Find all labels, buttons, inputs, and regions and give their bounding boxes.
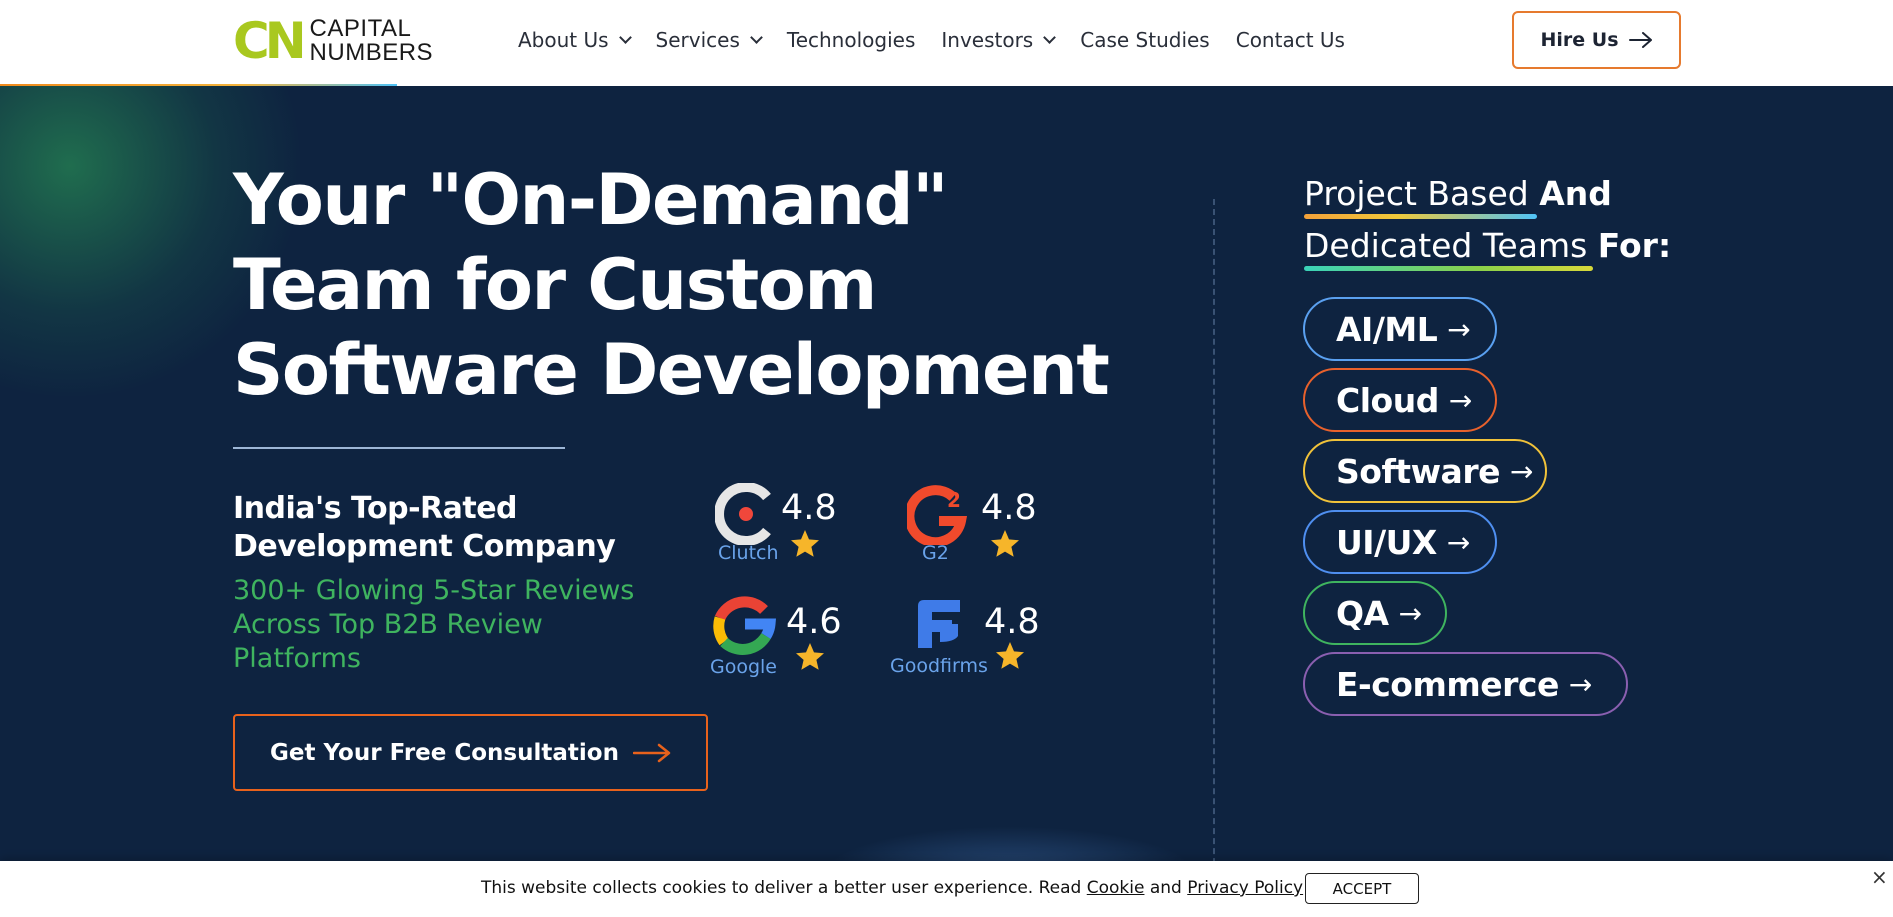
team-pill-ui-ux[interactable]: UI/UX → bbox=[1303, 510, 1497, 574]
accept-cookies-button[interactable]: ACCEPT bbox=[1305, 873, 1419, 904]
teams-heading: Project Based And Dedicated Teams For: bbox=[1304, 168, 1724, 272]
vertical-divider bbox=[1213, 199, 1215, 861]
arrow-right-icon: → bbox=[1568, 667, 1592, 701]
nav-investors-label: Investors bbox=[941, 28, 1034, 52]
teams-heading-line-2: Dedicated Teams For: bbox=[1304, 220, 1724, 272]
headline-divider bbox=[233, 447, 565, 449]
nav-services-label: Services bbox=[655, 28, 740, 52]
rating-goodfirms[interactable]: 4.8 Goodfirms bbox=[890, 592, 1050, 682]
teams-heading-light-2: Dedicated Teams bbox=[1304, 226, 1588, 265]
subheading-line-1: India's Top-Rated bbox=[233, 491, 518, 526]
subheading-line-2: Development Company bbox=[233, 529, 616, 564]
google-logo-icon bbox=[713, 596, 776, 655]
nav-about-us-label: About Us bbox=[518, 28, 609, 52]
hero-subheading: India's Top-Rated Development Company bbox=[233, 490, 683, 566]
logo-line-2: NUMBERS bbox=[309, 39, 434, 66]
team-pill-label: E-commerce bbox=[1336, 664, 1559, 704]
star-icon bbox=[991, 530, 1019, 557]
arrow-right-icon bbox=[1628, 32, 1652, 48]
nav-investors[interactable]: Investors bbox=[941, 24, 1057, 56]
rating-google[interactable]: 4.6 Google bbox=[708, 592, 858, 682]
team-pill-label: UI/UX bbox=[1336, 522, 1437, 562]
arrow-right-icon: → bbox=[1509, 454, 1533, 488]
hero-section: Your "On-Demand" Team for Custom Softwar… bbox=[0, 86, 1893, 861]
background-glow-bottom bbox=[820, 826, 1200, 861]
g2-label: G2 bbox=[922, 542, 949, 564]
rating-clutch[interactable]: 4.8 Clutch bbox=[710, 479, 860, 569]
team-pill-qa[interactable]: QA → bbox=[1303, 581, 1447, 645]
team-pill-software[interactable]: Software → bbox=[1303, 439, 1547, 503]
teams-heading-light-1: Project Based bbox=[1304, 174, 1529, 213]
headline-line-3: Software Development bbox=[233, 329, 1110, 411]
privacy-policy-link[interactable]: Privacy Policy bbox=[1187, 878, 1303, 898]
star-icon bbox=[796, 643, 824, 670]
arrow-right-icon: → bbox=[1398, 596, 1422, 630]
nav-about-us[interactable]: About Us bbox=[518, 24, 632, 56]
team-pill-label: Cloud bbox=[1336, 380, 1439, 420]
nav-services[interactable]: Services bbox=[655, 24, 763, 56]
hire-us-label: Hire Us bbox=[1540, 29, 1619, 51]
hire-us-button[interactable]: Hire Us bbox=[1512, 11, 1681, 69]
clutch-score: 4.8 bbox=[781, 488, 837, 528]
heading-underline-1 bbox=[1304, 214, 1537, 219]
google-score: 4.6 bbox=[786, 602, 842, 642]
reviews-tagline: 300+ Glowing 5-Star Reviews Across Top B… bbox=[233, 575, 635, 674]
teams-heading-line-1: Project Based And bbox=[1304, 168, 1724, 220]
hero-headline: Your "On-Demand" Team for Custom Softwar… bbox=[233, 158, 1133, 413]
chevron-down-icon bbox=[750, 31, 763, 44]
goodfirms-score: 4.8 bbox=[984, 602, 1040, 642]
logo-mark: CN bbox=[233, 12, 307, 70]
google-label: Google bbox=[710, 656, 778, 678]
free-consultation-label: Get Your Free Consultation bbox=[270, 739, 619, 766]
team-pill-label: AI/ML bbox=[1336, 309, 1438, 349]
svg-text:2: 2 bbox=[947, 488, 961, 512]
team-pill-label: QA bbox=[1336, 593, 1389, 633]
arrow-right-icon: → bbox=[1446, 525, 1470, 559]
team-pill-label: Software bbox=[1336, 451, 1500, 491]
team-pill-e-commerce[interactable]: E-commerce → bbox=[1303, 652, 1628, 716]
teams-heading-bold-1: And bbox=[1539, 174, 1612, 213]
cookie-banner: This website collects cookies to deliver… bbox=[0, 861, 1893, 917]
logo-line-1: CAPITAL bbox=[309, 15, 412, 42]
nav-technologies-label: Technologies bbox=[786, 28, 916, 52]
arrow-right-icon: → bbox=[1448, 383, 1472, 417]
capital-numbers-logo[interactable]: CN CAPITAL NUMBERS bbox=[233, 16, 433, 66]
goodfirms-logo-icon bbox=[918, 600, 960, 648]
goodfirms-label: Goodfirms bbox=[890, 655, 988, 677]
chevron-down-icon bbox=[618, 31, 632, 44]
nav-technologies[interactable]: Technologies bbox=[787, 24, 915, 56]
logo-wordmark: CAPITAL NUMBERS bbox=[310, 17, 434, 65]
nav-case-studies[interactable]: Case Studies bbox=[1080, 24, 1210, 56]
headline-line-2: Team for Custom bbox=[233, 244, 877, 326]
teams-heading-bold-2: For: bbox=[1597, 226, 1672, 265]
arrow-right-icon: → bbox=[1447, 312, 1471, 346]
nav-contact-us[interactable]: Contact Us bbox=[1236, 24, 1345, 56]
cookie-and-text: and bbox=[1149, 878, 1182, 898]
cookie-policy-link[interactable]: Cookie bbox=[1087, 878, 1145, 898]
main-nav: About Us Services Technologies Investors… bbox=[518, 24, 1345, 56]
rating-g2[interactable]: 2 4.8 G2 bbox=[906, 479, 1056, 569]
close-icon[interactable]: × bbox=[1871, 867, 1888, 887]
star-icon bbox=[791, 530, 819, 557]
g2-logo-icon: 2 bbox=[907, 485, 968, 545]
star-icon bbox=[996, 642, 1024, 669]
clutch-label: Clutch bbox=[718, 542, 779, 564]
free-consultation-button[interactable]: Get Your Free Consultation bbox=[233, 714, 708, 791]
g2-score: 4.8 bbox=[981, 488, 1037, 528]
nav-contact-us-label: Contact Us bbox=[1235, 28, 1345, 52]
heading-underline-2 bbox=[1304, 266, 1593, 271]
chevron-down-icon bbox=[1043, 31, 1057, 44]
nav-case-studies-label: Case Studies bbox=[1080, 28, 1210, 52]
clutch-logo-icon bbox=[715, 483, 771, 545]
arrow-right-icon bbox=[632, 743, 671, 762]
cookie-message-text: This website collects cookies to deliver… bbox=[481, 878, 1082, 898]
site-header: CN CAPITAL NUMBERS About Us Services Tec… bbox=[0, 0, 1893, 87]
team-pill-cloud[interactable]: Cloud → bbox=[1303, 368, 1497, 432]
cookie-message: This website collects cookies to deliver… bbox=[481, 878, 1303, 898]
headline-line-1: Your "On-Demand" bbox=[233, 159, 949, 241]
team-pill-ai-ml[interactable]: AI/ML → bbox=[1303, 297, 1497, 361]
